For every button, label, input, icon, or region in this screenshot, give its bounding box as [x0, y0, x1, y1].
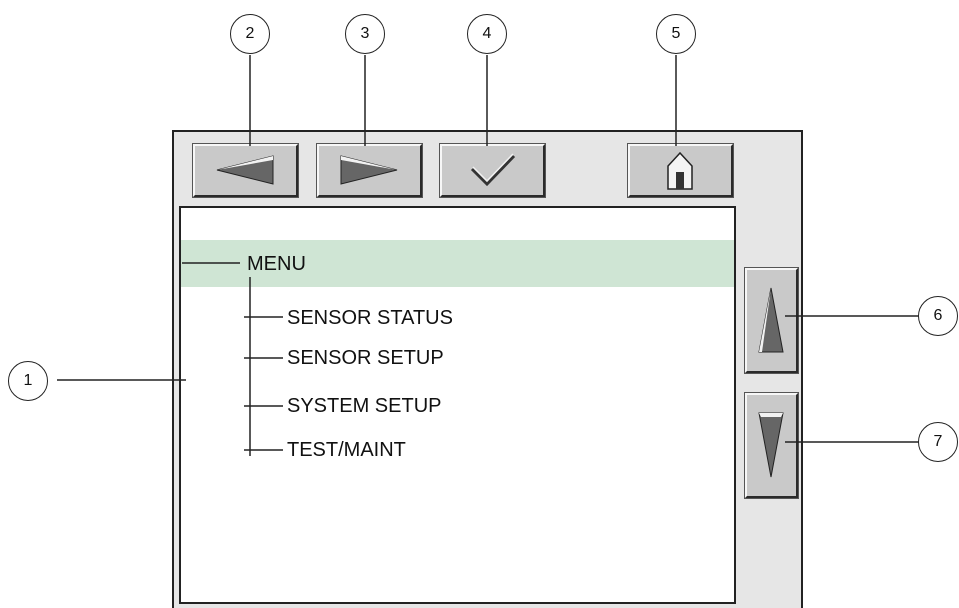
house-icon [667, 151, 693, 190]
callout-1: 1 [8, 361, 48, 401]
left-triangle-icon [216, 155, 274, 185]
menu-item-sensor-status[interactable]: SENSOR STATUS [287, 308, 453, 328]
scroll-up-button[interactable] [744, 267, 799, 374]
scroll-down-button[interactable] [744, 392, 799, 499]
menu-item-system-setup[interactable]: SYSTEM SETUP [287, 396, 441, 416]
checkmark-icon [470, 153, 516, 187]
callout-2: 2 [230, 14, 270, 54]
callout-5: 5 [656, 14, 696, 54]
right-triangle-icon [340, 155, 398, 185]
menu-item-test-maint[interactable]: TEST/MAINT [287, 440, 406, 460]
menu-item-sensor-setup[interactable]: SENSOR SETUP [287, 348, 444, 368]
callout-6: 6 [918, 296, 958, 336]
down-triangle-icon [758, 412, 784, 478]
back-button[interactable] [192, 143, 299, 198]
callout-7: 7 [918, 422, 958, 462]
callout-4: 4 [467, 14, 507, 54]
menu-title[interactable]: MENU [247, 254, 306, 274]
forward-button[interactable] [316, 143, 423, 198]
callout-3: 3 [345, 14, 385, 54]
home-button[interactable] [627, 143, 734, 198]
confirm-button[interactable] [439, 143, 546, 198]
up-triangle-icon [758, 287, 784, 353]
